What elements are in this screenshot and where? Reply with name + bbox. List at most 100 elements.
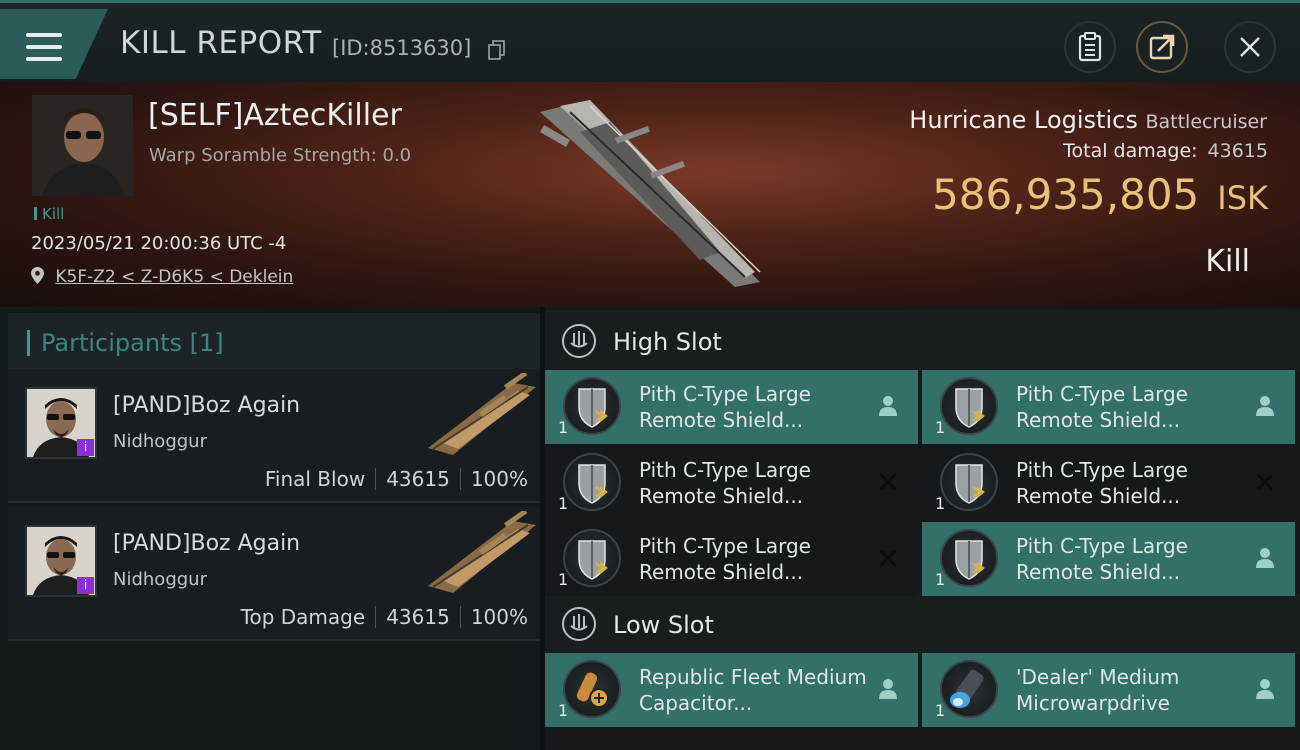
module-name: Pith C-Type Large Remote Shield... xyxy=(1016,458,1188,508)
module-name: Republic Fleet Medium Capacitor... xyxy=(639,665,867,715)
module-quantity: 1 xyxy=(558,701,569,720)
participant-stats: Final Blow 43615 100% xyxy=(265,467,528,491)
top-bar: KILL REPORT [ID:8513630] xyxy=(0,0,1300,82)
module-quantity: 1 xyxy=(558,494,569,513)
copy-icon[interactable] xyxy=(488,40,506,60)
module-name: Pith C-Type Large Remote Shield... xyxy=(639,534,811,584)
total-damage-value: 43615 xyxy=(1207,140,1268,162)
high-slot-icon xyxy=(562,324,596,358)
close-button[interactable] xyxy=(1224,21,1276,73)
isk-value: 586,935,805 ISK xyxy=(932,170,1268,219)
module-tile[interactable]: 1 'Dealer' Medium Microwarpdrive xyxy=(922,653,1295,727)
total-damage-label: Total damage: xyxy=(1063,140,1198,162)
warp-scramble-strength: Warp Soramble Strength: 0.0 xyxy=(149,145,412,166)
low-slot-title: Low Slot xyxy=(613,611,714,639)
module-tile[interactable]: 1 Pith C-Type Large Remote Shield... xyxy=(545,370,918,444)
menu-button[interactable] xyxy=(0,9,108,79)
module-icon xyxy=(563,377,621,435)
pilot-icon xyxy=(1253,546,1277,570)
ship-name-text: Hurricane Logistics xyxy=(909,106,1138,134)
victim-ship-image xyxy=(540,100,761,287)
participant-damage: 43615 xyxy=(386,605,450,629)
participant-percent: 100% xyxy=(470,605,528,629)
participant-avatar[interactable]: i xyxy=(25,525,97,597)
kill-location-link[interactable]: K5F-Z2 < Z-D6K5 < Deklein xyxy=(31,267,293,287)
destroyed-x-icon xyxy=(876,470,900,494)
module-tile[interactable]: 1 Pith C-Type Large Remote Shield... xyxy=(922,446,1295,520)
victim-banner: [SELF]AztecKiller Warp Soramble Strength… xyxy=(0,82,1300,307)
page-title: KILL REPORT xyxy=(120,25,322,61)
destroyed-x-icon xyxy=(876,546,900,570)
participants-header: Participants [1] xyxy=(8,313,540,371)
module-name: Pith C-Type Large Remote Shield... xyxy=(1016,534,1188,584)
participant-stats: Top Damage 43615 100% xyxy=(241,605,528,629)
module-icon xyxy=(940,660,998,718)
participant-row[interactable]: i [PAND]Boz Again Nidhoggur Final Blow 43… xyxy=(8,369,540,503)
module-quantity: 1 xyxy=(558,418,569,437)
participant-name[interactable]: [PAND]Boz Again xyxy=(113,531,300,556)
module-icon xyxy=(940,453,998,511)
module-name: Pith C-Type Large Remote Shield... xyxy=(639,458,811,508)
participants-title: Participants [1] xyxy=(41,329,224,357)
module-icon xyxy=(563,453,621,511)
module-icon xyxy=(940,529,998,587)
participants-panel: Participants [1] i [PAND]Boz Again Nidho… xyxy=(0,307,540,750)
pilot-icon xyxy=(1253,677,1277,701)
kill-tag: Kill xyxy=(34,205,64,223)
victim-ship-name[interactable]: Hurricane Logistics Battlecruiser xyxy=(909,106,1267,134)
module-quantity: 1 xyxy=(935,494,946,513)
module-tile[interactable]: 1 Pith C-Type Large Remote Shield... xyxy=(545,446,918,520)
module-quantity: 1 xyxy=(935,418,946,437)
module-name: 'Dealer' Medium Microwarpdrive xyxy=(1016,665,1180,715)
module-quantity: 1 xyxy=(935,570,946,589)
victim-name[interactable]: [SELF]AztecKiller xyxy=(148,98,402,133)
location-text[interactable]: K5F-Z2 < Z-D6K5 < Deklein xyxy=(55,267,293,287)
high-slot-title: High Slot xyxy=(613,328,722,356)
clipboard-button[interactable] xyxy=(1064,21,1116,73)
participant-ship-image xyxy=(428,373,536,455)
participant-percent: 100% xyxy=(470,467,528,491)
participant-role: Top Damage xyxy=(240,605,366,629)
fitting-panel: High Slot Low Slot 1 Pith C-Type Large Re… xyxy=(545,307,1300,750)
kill-datetime: 2023/05/21 20:00:36 UTC -4 xyxy=(31,233,287,254)
share-button[interactable] xyxy=(1136,21,1188,73)
ship-class: Battlecruiser xyxy=(1145,111,1267,133)
low-slot-icon xyxy=(562,607,596,641)
share-icon xyxy=(1149,34,1175,60)
participant-avatar[interactable]: i xyxy=(25,387,97,459)
participant-damage: 43615 xyxy=(386,467,450,491)
module-tile[interactable]: 1 Pith C-Type Large Remote Shield... xyxy=(922,522,1295,596)
module-tile[interactable]: 1 Pith C-Type Large Remote Shield... xyxy=(922,370,1295,444)
report-id: [ID:8513630] xyxy=(332,36,472,60)
module-tile[interactable]: 1 Pith C-Type Large Remote Shield... xyxy=(545,522,918,596)
info-badge-icon[interactable]: i xyxy=(77,577,94,594)
pilot-icon xyxy=(876,677,900,701)
result-label: Kill xyxy=(1205,244,1250,279)
high-slot-header: High Slot xyxy=(545,310,1300,372)
participant-ship-image xyxy=(428,511,536,593)
module-name: Pith C-Type Large Remote Shield... xyxy=(1016,382,1188,432)
pilot-icon xyxy=(876,394,900,418)
module-icon xyxy=(940,377,998,435)
module-name: Pith C-Type Large Remote Shield... xyxy=(639,382,811,432)
isk-amount: 586,935,805 xyxy=(932,170,1200,219)
clipboard-icon xyxy=(1078,32,1102,62)
participant-row[interactable]: i [PAND]Boz Again Nidhoggur Top Damage 43… xyxy=(8,507,540,641)
close-icon xyxy=(1240,37,1260,57)
location-pin-icon xyxy=(31,267,44,284)
participant-ship: Nidhoggur xyxy=(113,431,207,452)
victim-avatar[interactable] xyxy=(32,95,133,196)
total-damage: Total damage: 43615 xyxy=(1063,140,1268,162)
pilot-icon xyxy=(1253,394,1277,418)
participant-ship: Nidhoggur xyxy=(113,569,207,590)
module-icon xyxy=(563,660,621,718)
module-quantity: 1 xyxy=(935,701,946,720)
participant-role: Final Blow xyxy=(264,467,366,491)
module-icon xyxy=(563,529,621,587)
hamburger-menu-icon[interactable] xyxy=(26,33,62,61)
destroyed-x-icon xyxy=(1253,470,1277,494)
participant-name[interactable]: [PAND]Boz Again xyxy=(113,393,300,418)
module-tile[interactable]: 1 Republic Fleet Medium Capacitor... xyxy=(545,653,918,727)
info-badge-icon[interactable]: i xyxy=(77,439,94,456)
isk-unit: ISK xyxy=(1217,179,1268,217)
